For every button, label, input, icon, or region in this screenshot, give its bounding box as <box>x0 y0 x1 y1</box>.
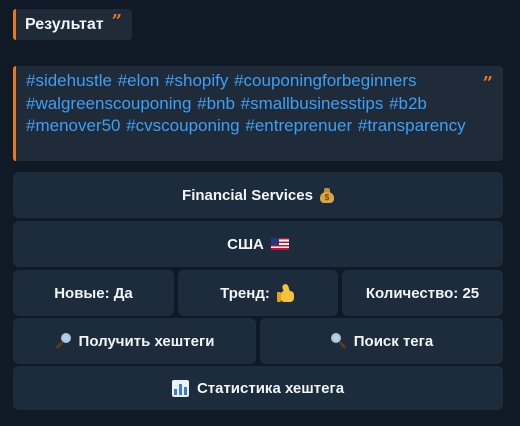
category-button[interactable]: Financial Services $ <box>13 172 503 218</box>
country-button-label: США <box>227 235 264 253</box>
search-tag-button[interactable]: Поиск тега <box>260 318 503 364</box>
get-hashtags-label: Получить хештеги <box>78 332 215 350</box>
hashtag-quote-block: #sidehustle #elon #shopify #couponingfor… <box>13 66 503 161</box>
money-bag-icon: $ <box>319 187 334 203</box>
category-button-label: Financial Services <box>182 186 313 204</box>
get-hashtags-button[interactable]: Получить хештеги <box>13 318 256 364</box>
hashtag-list[interactable]: #sidehustle #elon #shopify #couponingfor… <box>26 70 473 138</box>
quote-icon: ” <box>482 73 493 94</box>
us-flag-icon <box>270 238 289 250</box>
trend-label: Тренд: <box>220 284 270 302</box>
bar-chart-icon <box>171 379 189 397</box>
search-tag-label: Поиск тега <box>353 332 434 350</box>
new-filter-label: Новые: Да <box>54 284 133 302</box>
count-button[interactable]: Количество: 25 <box>342 270 503 316</box>
result-title: Результат <box>25 15 104 33</box>
result-header: Результат ” <box>13 9 132 40</box>
statistics-button[interactable]: Статистика хештега <box>13 366 503 410</box>
country-button[interactable]: США <box>13 221 503 267</box>
magnifier-right-icon <box>55 332 72 350</box>
trend-button[interactable]: Тренд: <box>178 270 338 316</box>
count-label: Количество: 25 <box>365 284 480 302</box>
magnifier-left-icon <box>330 332 347 350</box>
thumbs-up-icon <box>276 283 296 303</box>
statistics-label: Статистика хештега <box>196 379 345 397</box>
new-filter-button[interactable]: Новые: Да <box>13 270 174 316</box>
quote-icon: ” <box>111 10 122 32</box>
